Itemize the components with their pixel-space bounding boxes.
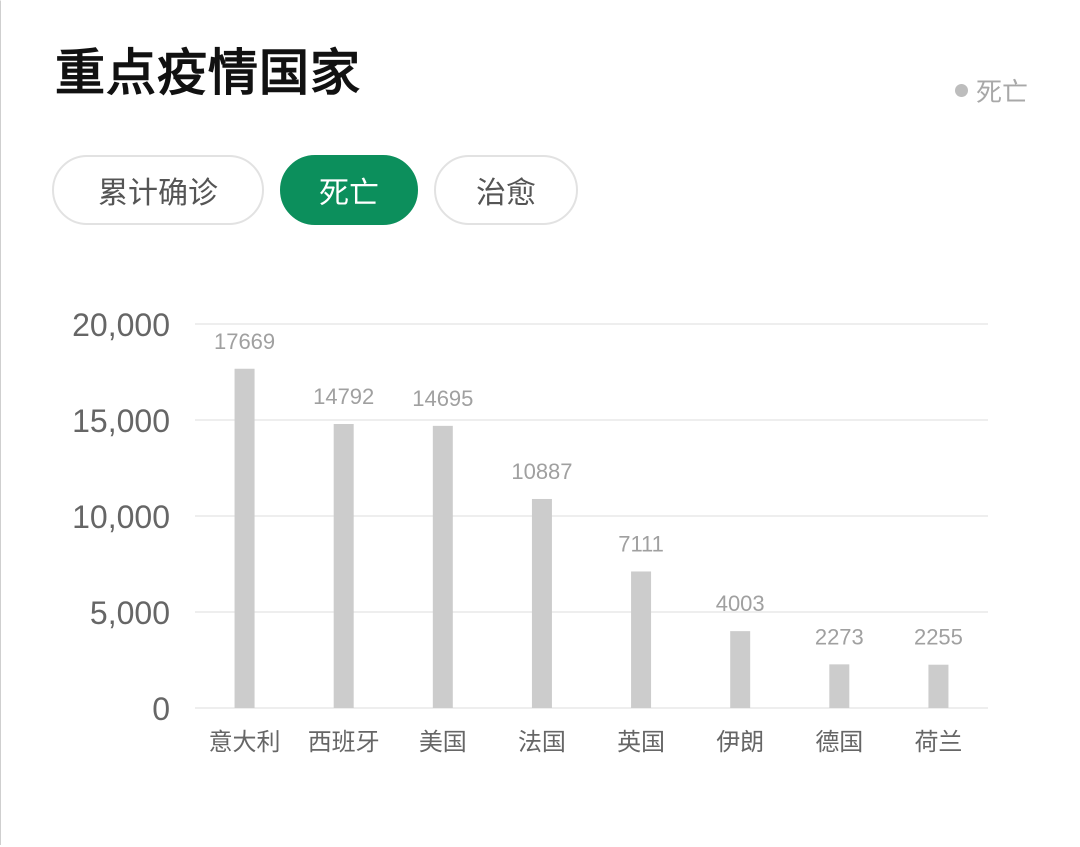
chart-legend: 死亡 — [954, 72, 1028, 109]
deaths-bar-chart: 0 5,000 10,000 15,000 20,000 17669 意大利 14792 西班牙… — [0, 290, 1080, 770]
bar — [928, 664, 949, 708]
bar — [432, 425, 453, 708]
tab-confirmed[interactable]: 累计确诊 — [52, 155, 264, 225]
bar — [333, 423, 354, 708]
x-tick-label: 西班牙 — [308, 728, 380, 756]
legend-label: 死亡 — [975, 78, 1028, 108]
x-tick-label: 伊朗 — [716, 728, 764, 756]
bar — [730, 631, 751, 708]
page-title: 重点疫情国家 — [55, 44, 361, 102]
bar-value-label: 4003 — [716, 591, 765, 616]
x-tick-label: 法国 — [518, 728, 566, 756]
y-tick-label: 0 — [152, 691, 170, 727]
bar-value-label: 14695 — [412, 386, 473, 411]
x-tick-label: 英国 — [617, 728, 665, 756]
bar-value-label: 2273 — [815, 624, 864, 649]
x-tick-label: 荷兰 — [914, 728, 962, 756]
x-tick-label: 德国 — [815, 728, 863, 756]
tab-recovered[interactable]: 治愈 — [434, 155, 578, 225]
bar — [234, 368, 255, 708]
bar-value-label: 2255 — [914, 625, 963, 650]
chart-svg: 0 5,000 10,000 15,000 20,000 17669 意大利 14792 西班牙… — [72, 307, 988, 756]
bar-value-label: 17669 — [214, 329, 275, 354]
y-tick-label: 20,000 — [72, 307, 170, 343]
y-tick-label: 10,000 — [72, 499, 170, 535]
metric-tabs: 累计确诊 死亡 治愈 — [52, 155, 578, 225]
x-tick-label: 意大利 — [209, 728, 281, 756]
legend-dot-icon — [954, 84, 968, 97]
bar — [531, 498, 552, 708]
tab-deaths[interactable]: 死亡 — [280, 155, 418, 225]
bar — [829, 664, 850, 708]
bar — [631, 571, 652, 708]
y-tick-label: 15,000 — [72, 403, 170, 439]
x-tick-label: 美国 — [419, 728, 467, 756]
y-tick-label: 5,000 — [90, 595, 170, 631]
bar-value-label: 10887 — [511, 459, 572, 484]
bar-value-label: 7111 — [618, 531, 664, 556]
bar-value-label: 14792 — [313, 384, 374, 409]
